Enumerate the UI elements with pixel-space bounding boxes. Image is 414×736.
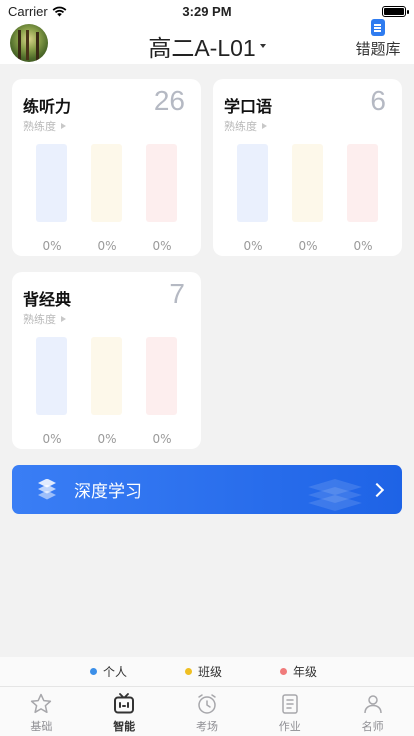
- tab-label: 作业: [278, 720, 301, 733]
- tab-smart[interactable]: 智能: [83, 687, 166, 736]
- document-icon: [371, 19, 385, 36]
- star-icon: [31, 693, 52, 714]
- deep-learning-button[interactable]: 深度学习: [12, 465, 402, 514]
- bar-personal: [36, 144, 67, 222]
- card-count: 26: [153, 85, 185, 116]
- wrong-book-button[interactable]: 错题库: [352, 19, 404, 59]
- play-arrow-icon: [61, 316, 66, 322]
- chevron-right-icon: [369, 482, 385, 497]
- tab-label: 基础: [30, 720, 53, 733]
- bar-grade: [146, 144, 177, 222]
- pct-personal: 0%: [243, 239, 263, 253]
- legend-dot: [185, 668, 192, 675]
- pct-personal: 0%: [42, 432, 62, 446]
- card-title: 练听力: [23, 97, 72, 116]
- card-classics[interactable]: 背经典 7 熟练度 0% 0% 0%: [12, 272, 201, 449]
- bar-class: [91, 337, 122, 415]
- legend-dot: [280, 668, 287, 675]
- bar-grade: [146, 337, 177, 415]
- proficiency-link[interactable]: 熟练度: [224, 118, 267, 134]
- bar-class: [292, 144, 323, 222]
- caret-down-icon: [259, 44, 266, 48]
- play-arrow-icon: [61, 123, 66, 129]
- notebook-icon: [282, 694, 298, 714]
- decorative-layers-icon: [308, 479, 362, 511]
- card-listening[interactable]: 练听力 26 熟练度 0% 0% 0%: [12, 79, 201, 256]
- layers-icon: [36, 478, 60, 501]
- card-title: 学口语: [224, 97, 273, 116]
- clock-icon: [198, 694, 216, 714]
- card-speaking[interactable]: 学口语 6 熟练度 0% 0% 0%: [213, 79, 402, 256]
- pct-grade: 0%: [152, 432, 172, 446]
- card-title: 背经典: [23, 290, 72, 309]
- battery-icon: [382, 5, 409, 17]
- pct-class: 0%: [97, 432, 117, 446]
- status-left: Carrier: [8, 4, 67, 19]
- bar-personal: [237, 144, 268, 222]
- legend-label: 班级: [198, 665, 223, 679]
- pct-grade: 0%: [152, 239, 172, 253]
- legend: 个人 班级 年级: [0, 657, 414, 686]
- tv-icon: [114, 693, 135, 714]
- carrier-label: Carrier: [8, 3, 48, 19]
- proficiency-label: 熟练度: [23, 120, 56, 133]
- wifi-icon: [52, 6, 67, 16]
- legend-label: 个人: [103, 665, 128, 679]
- tab-basic[interactable]: 基础: [0, 687, 83, 736]
- proficiency-link[interactable]: 熟练度: [23, 118, 66, 134]
- legend-label: 年级: [293, 665, 318, 679]
- tab-exam[interactable]: 考场: [166, 687, 249, 736]
- bar-grade: [347, 144, 378, 222]
- proficiency-label: 熟练度: [224, 120, 257, 133]
- proficiency-link[interactable]: 熟练度: [23, 311, 66, 327]
- pct-personal: 0%: [42, 239, 62, 253]
- tab-bar: 基础 智能 考场 作业 名师: [0, 686, 414, 736]
- bar-class: [91, 144, 122, 222]
- bar-personal: [36, 337, 67, 415]
- pct-grade: 0%: [353, 239, 373, 253]
- person-icon: [363, 695, 382, 714]
- header: 高二A-L01 错题库: [0, 19, 414, 64]
- tab-teacher[interactable]: 名师: [331, 687, 414, 736]
- tab-label: 智能: [113, 720, 136, 733]
- card-count: 6: [370, 85, 386, 116]
- wrong-book-label: 错题库: [355, 40, 401, 58]
- play-arrow-icon: [262, 123, 267, 129]
- class-selector[interactable]: 高二A-L01: [148, 29, 266, 63]
- proficiency-label: 熟练度: [23, 313, 56, 326]
- pct-class: 0%: [298, 239, 318, 253]
- legend-item-grade: 年级: [280, 663, 317, 680]
- card-count: 7: [169, 278, 185, 309]
- tab-label: 名师: [361, 720, 384, 733]
- legend-item-class: 班级: [185, 663, 222, 680]
- page-title: 高二A-L01: [148, 35, 256, 61]
- legend-item-personal: 个人: [90, 663, 127, 680]
- pct-class: 0%: [97, 239, 117, 253]
- tab-label: 考场: [195, 720, 218, 733]
- legend-dot: [90, 668, 97, 675]
- tab-homework[interactable]: 作业: [248, 687, 331, 736]
